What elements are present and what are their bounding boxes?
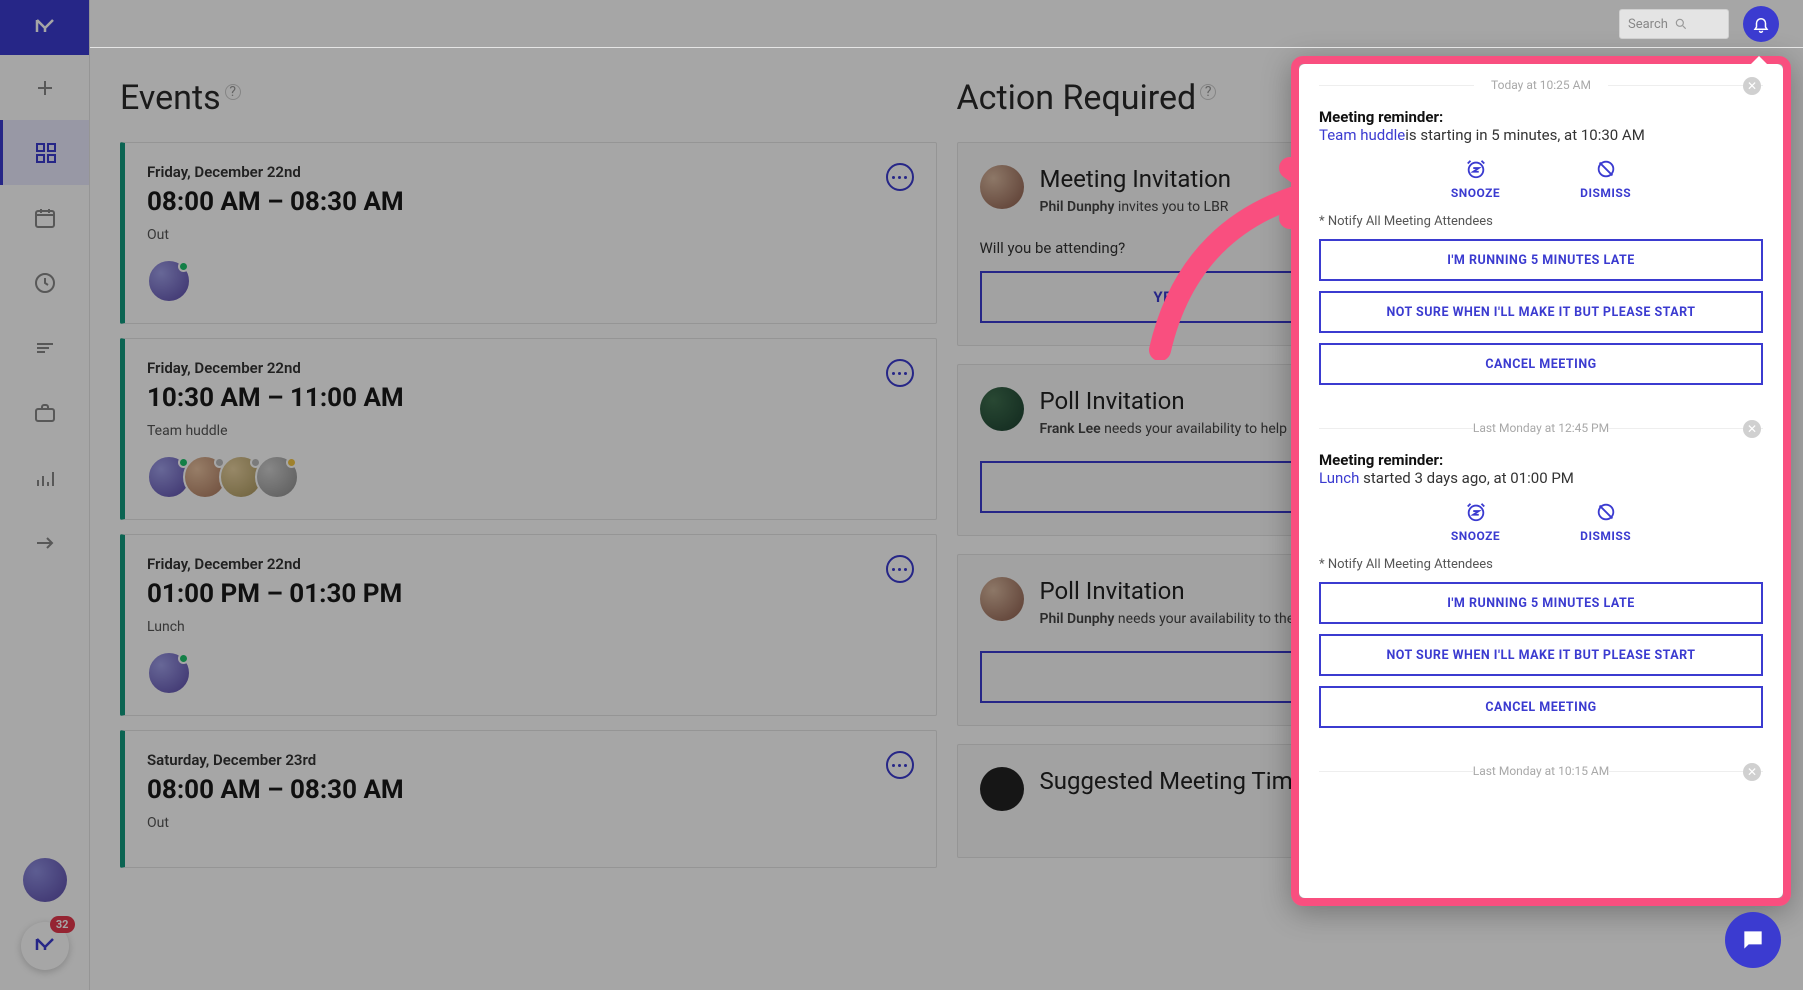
inviter-avatar <box>980 577 1024 621</box>
event-card[interactable]: Friday, December 22nd 01:00 PM – 01:30 P… <box>120 534 937 716</box>
help-badge: 32 <box>50 916 75 933</box>
help-icon[interactable]: ? <box>225 84 241 100</box>
event-time: 08:00 AM – 08:30 AM <box>147 187 914 217</box>
topbar: Search <box>90 0 1803 48</box>
notif-close-button[interactable]: ✕ <box>1743 763 1761 781</box>
suggestion-avatar <box>980 767 1024 811</box>
notifications-button[interactable] <box>1743 6 1779 42</box>
event-card[interactable]: Friday, December 22nd 10:30 AM – 11:00 A… <box>120 338 937 520</box>
notification-tray-pointer <box>1749 56 1769 66</box>
cancel-meeting-button[interactable]: CANCEL MEETING <box>1319 686 1763 728</box>
notification-panel: Today at 10:25 AM ✕ Meeting reminder: Te… <box>1299 64 1783 898</box>
event-date: Friday, December 22nd <box>147 555 914 573</box>
chat-icon <box>1740 927 1766 953</box>
dismiss-button[interactable]: DISMISS <box>1580 158 1631 200</box>
nav-dashboard[interactable] <box>0 120 89 185</box>
nav-add[interactable] <box>0 55 89 120</box>
inviter-avatar <box>980 387 1024 431</box>
running-late-button[interactable]: I'M RUNNING 5 MINUTES LATE <box>1319 582 1763 624</box>
event-date: Saturday, December 23rd <box>147 751 914 769</box>
search-icon <box>1674 17 1688 31</box>
help-icon[interactable]: ? <box>1200 84 1216 100</box>
not-sure-button[interactable]: NOT SURE WHEN I'LL MAKE IT BUT PLEASE ST… <box>1319 634 1763 676</box>
notify-all-label: * Notify All Meeting Attendees <box>1319 214 1763 229</box>
notif-title: Meeting reminder: <box>1319 108 1763 126</box>
event-title: Out <box>147 227 914 243</box>
event-card[interactable]: Friday, December 22nd 08:00 AM – 08:30 A… <box>120 142 937 324</box>
notif-timestamp: Last Monday at 10:15 AM <box>1319 764 1763 778</box>
event-more-button[interactable] <box>886 751 914 779</box>
attendee-avatar <box>147 259 191 303</box>
dismiss-button[interactable]: DISMISS <box>1580 501 1631 543</box>
notif-subtitle: Team huddleis starting in 5 minutes, at … <box>1319 126 1763 144</box>
clock-icon <box>33 271 57 295</box>
action-subtitle: Phil Dunphy needs your availability to t… <box>1040 611 1295 627</box>
bars-icon <box>33 466 57 490</box>
briefcase-icon <box>33 401 57 425</box>
notif-subtitle: Lunch started 3 days ago, at 01:00 PM <box>1319 469 1763 487</box>
nav-collapse[interactable] <box>0 510 89 575</box>
notif-close-button[interactable]: ✕ <box>1743 77 1761 95</box>
events-heading: Events? <box>120 78 937 118</box>
event-title: Out <box>147 815 914 831</box>
nav-stats[interactable] <box>0 445 89 510</box>
events-column: Events? Friday, December 22nd 08:00 AM –… <box>120 78 937 990</box>
calendar-icon <box>33 206 57 230</box>
arrow-right-icon <box>33 531 57 555</box>
notif-title: Meeting reminder: <box>1319 451 1763 469</box>
event-date: Friday, December 22nd <box>147 163 914 181</box>
lines-icon <box>33 336 57 360</box>
notify-all-label: * Notify All Meeting Attendees <box>1319 557 1763 572</box>
action-title: Meeting Invitation <box>1040 165 1232 193</box>
notification-card: Meeting reminder: Lunch started 3 days a… <box>1319 445 1763 756</box>
inviter-avatar <box>980 165 1024 209</box>
not-sure-button[interactable]: NOT SURE WHEN I'LL MAKE IT BUT PLEASE ST… <box>1319 291 1763 333</box>
nav-list[interactable] <box>0 315 89 380</box>
attendee-avatar <box>255 455 299 499</box>
dismiss-icon <box>1595 158 1617 180</box>
notif-link[interactable]: Lunch <box>1319 469 1359 487</box>
search-input[interactable]: Search <box>1619 9 1729 39</box>
help-button[interactable]: 32 <box>21 922 69 970</box>
dismiss-icon <box>1595 501 1617 523</box>
event-title: Lunch <box>147 619 914 635</box>
event-date: Friday, December 22nd <box>147 359 914 377</box>
event-more-button[interactable] <box>886 163 914 191</box>
sidebar: 32 <box>0 0 90 990</box>
event-more-button[interactable] <box>886 359 914 387</box>
event-time: 08:00 AM – 08:30 AM <box>147 775 914 805</box>
chat-fab[interactable] <box>1725 912 1781 968</box>
running-late-button[interactable]: I'M RUNNING 5 MINUTES LATE <box>1319 239 1763 281</box>
bell-icon <box>1752 15 1770 33</box>
event-card[interactable]: Saturday, December 23rd 08:00 AM – 08:30… <box>120 730 937 868</box>
action-subtitle: Phil Dunphy invites you to LBR <box>1040 199 1232 215</box>
action-title: Poll Invitation <box>1040 577 1295 605</box>
nav-clock[interactable] <box>0 250 89 315</box>
cancel-meeting-button[interactable]: CANCEL MEETING <box>1319 343 1763 385</box>
plus-icon <box>33 76 57 100</box>
snooze-button[interactable]: SNOOZE <box>1451 158 1500 200</box>
event-more-button[interactable] <box>886 555 914 583</box>
snooze-button[interactable]: SNOOZE <box>1451 501 1500 543</box>
search-placeholder: Search <box>1628 17 1668 32</box>
notification-card: Meeting reminder: Team huddleis starting… <box>1319 102 1763 413</box>
user-avatar[interactable] <box>23 858 67 902</box>
snooze-icon <box>1465 158 1487 180</box>
nav-calendar[interactable] <box>0 185 89 250</box>
notif-close-button[interactable]: ✕ <box>1743 420 1761 438</box>
grid-icon <box>34 141 58 165</box>
logo-icon <box>33 934 57 958</box>
attendee-avatar <box>147 651 191 695</box>
event-time: 10:30 AM – 11:00 AM <box>147 383 914 413</box>
event-title: Team huddle <box>147 423 914 439</box>
notif-timestamp: Today at 10:25 AM <box>1319 78 1763 92</box>
snooze-icon <box>1465 501 1487 523</box>
action-title: Suggested Meeting Time <box>1040 767 1306 795</box>
notif-link[interactable]: Team huddle <box>1319 126 1405 144</box>
event-time: 01:00 PM – 01:30 PM <box>147 579 914 609</box>
nav-briefcase[interactable] <box>0 380 89 445</box>
app-logo[interactable] <box>0 0 89 55</box>
notif-timestamp: Last Monday at 12:45 PM <box>1319 421 1763 435</box>
